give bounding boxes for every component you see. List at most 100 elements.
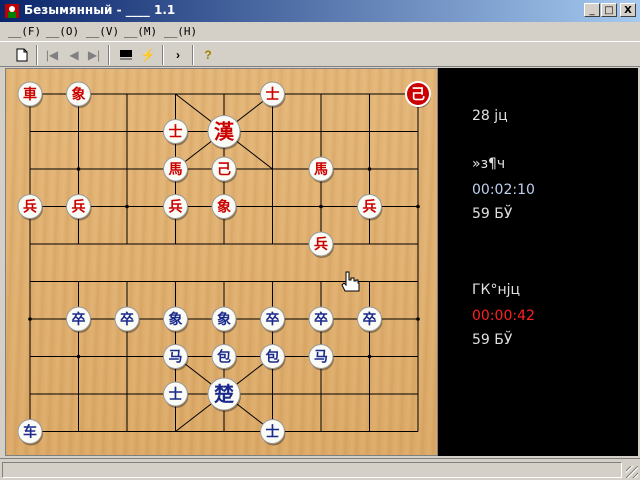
piece-label: 马: [169, 350, 183, 366]
piece-label: 卒: [120, 311, 134, 328]
red-piece[interactable]: 兵: [308, 231, 334, 258]
bottom-player-name: ГК°нјц: [472, 282, 521, 298]
blue-piece[interactable]: 卒: [357, 306, 383, 333]
piece-label: 象: [169, 311, 183, 328]
piece-label: 卒: [314, 311, 328, 328]
minimize-button[interactable]: _: [584, 3, 600, 17]
bottom-player-steps: 59 БЎ: [472, 332, 513, 348]
title-bar: Безымянный - ____ 1.1 _ □ X: [0, 0, 640, 22]
piece-label: 馬: [314, 162, 328, 178]
computer-icon[interactable]: [116, 45, 136, 65]
piece-label: 漢: [214, 120, 235, 144]
toolbar-separator: [108, 45, 110, 65]
red-piece[interactable]: 士: [163, 119, 189, 146]
blue-piece[interactable]: 车: [17, 419, 43, 446]
toolbar-separator: [192, 45, 194, 65]
next-move-icon[interactable]: ▶|: [84, 45, 104, 65]
piece-label: 兵: [169, 199, 183, 216]
menu-view[interactable]: __(V): [86, 25, 119, 38]
red-piece[interactable]: 己: [211, 156, 237, 183]
red-piece[interactable]: 漢: [207, 115, 241, 150]
red-piece[interactable]: 兵: [17, 194, 43, 221]
blue-piece[interactable]: 卒: [260, 306, 286, 333]
blue-piece[interactable]: 象: [163, 306, 189, 333]
hint-icon[interactable]: ⚡: [138, 45, 158, 65]
help-icon[interactable]: ?: [198, 45, 218, 65]
blue-piece[interactable]: 卒: [114, 306, 140, 333]
piece-label: 士: [266, 86, 280, 103]
blue-piece[interactable]: 士: [163, 381, 189, 408]
position-marker: [76, 354, 81, 359]
position-marker: [416, 317, 420, 321]
red-piece[interactable]: 己: [405, 81, 431, 108]
position-marker: [416, 204, 420, 209]
toolbar-separator: [36, 45, 38, 65]
bottom-player-timer: 00:00:42: [472, 308, 535, 324]
piece-label: 卒: [363, 311, 377, 328]
piece-label: 包: [217, 349, 231, 366]
position-marker: [319, 204, 323, 209]
blue-piece[interactable]: 士: [260, 419, 286, 446]
blue-piece[interactable]: 包: [260, 344, 286, 371]
blue-piece[interactable]: 楚: [207, 377, 241, 412]
close-button[interactable]: X: [620, 3, 636, 17]
piece-label: 車: [23, 86, 37, 103]
window-title: Безымянный - ____ 1.1: [24, 3, 176, 17]
position-marker: [28, 317, 32, 321]
red-piece[interactable]: 士: [260, 81, 286, 108]
piece-label: 兵: [23, 199, 37, 216]
piece-label: 兵: [72, 199, 86, 216]
forward-icon[interactable]: ›: [168, 45, 188, 65]
piece-label: 士: [169, 124, 183, 141]
red-piece[interactable]: 兵: [357, 194, 383, 221]
red-piece[interactable]: 兵: [66, 194, 92, 221]
info-panel: 28 јц »з¶ч 00:02:10 59 БЎ ГК°нјц 00:00:4…: [438, 68, 638, 456]
position-marker: [125, 204, 129, 209]
blue-piece[interactable]: 马: [308, 344, 334, 371]
blue-piece[interactable]: 包: [211, 344, 237, 371]
piece-label: 楚: [214, 382, 234, 406]
piece-label: 马: [314, 350, 328, 366]
new-file-icon[interactable]: [12, 45, 32, 65]
red-piece[interactable]: 兵: [163, 194, 189, 221]
blue-piece[interactable]: 卒: [308, 306, 334, 333]
piece-label: 己: [217, 162, 231, 178]
top-player-name: »з¶ч: [472, 156, 506, 172]
menu-bar: __(F) __(O) __(V) __(M) __(H): [0, 22, 640, 41]
maximize-button[interactable]: □: [601, 3, 617, 17]
status-bar: [0, 458, 640, 480]
blue-piece[interactable]: 马: [163, 344, 189, 371]
blue-piece[interactable]: 卒: [66, 306, 92, 333]
status-field: [2, 462, 622, 478]
piece-label: 卒: [266, 311, 280, 328]
prev-move-icon[interactable]: ◀: [64, 45, 84, 65]
piece-label: 己: [411, 87, 425, 103]
app-icon: [5, 4, 19, 18]
top-player-timer: 00:02:10: [472, 182, 535, 198]
red-piece[interactable]: 馬: [163, 156, 189, 183]
red-piece[interactable]: 象: [211, 194, 237, 221]
position-marker: [367, 354, 372, 359]
piece-label: 象: [72, 86, 86, 103]
position-marker: [367, 167, 372, 171]
piece-label: 象: [217, 199, 231, 216]
board-grid[interactable]: 車象士己士 漢馬己馬兵兵兵象兵兵卒卒象象卒卒卒马包包马士 楚车士: [6, 69, 439, 457]
menu-options[interactable]: __(O): [46, 25, 79, 38]
piece-label: 馬: [169, 162, 183, 178]
piece-label: 象: [217, 311, 231, 328]
menu-mode[interactable]: __(M): [124, 25, 157, 38]
blue-piece[interactable]: 象: [211, 306, 237, 333]
piece-label: 兵: [314, 236, 328, 253]
toolbar: |◀ ◀ ▶| ⚡ › ?: [0, 41, 640, 67]
piece-label: 兵: [363, 199, 377, 216]
menu-help[interactable]: __(H): [164, 25, 197, 38]
resize-grip[interactable]: [626, 466, 638, 478]
red-piece[interactable]: 馬: [308, 156, 334, 183]
first-move-icon[interactable]: |◀: [42, 45, 62, 65]
piece-label: 车: [23, 424, 37, 441]
red-piece[interactable]: 車: [17, 81, 43, 108]
game-board[interactable]: 車象士己士漢馬己馬兵兵兵象兵兵卒卒象象卒卒卒马包包马士楚车士: [5, 68, 438, 456]
menu-file[interactable]: __(F): [8, 25, 41, 38]
red-piece[interactable]: 象: [66, 81, 92, 108]
top-player-steps: 59 БЎ: [472, 206, 513, 222]
